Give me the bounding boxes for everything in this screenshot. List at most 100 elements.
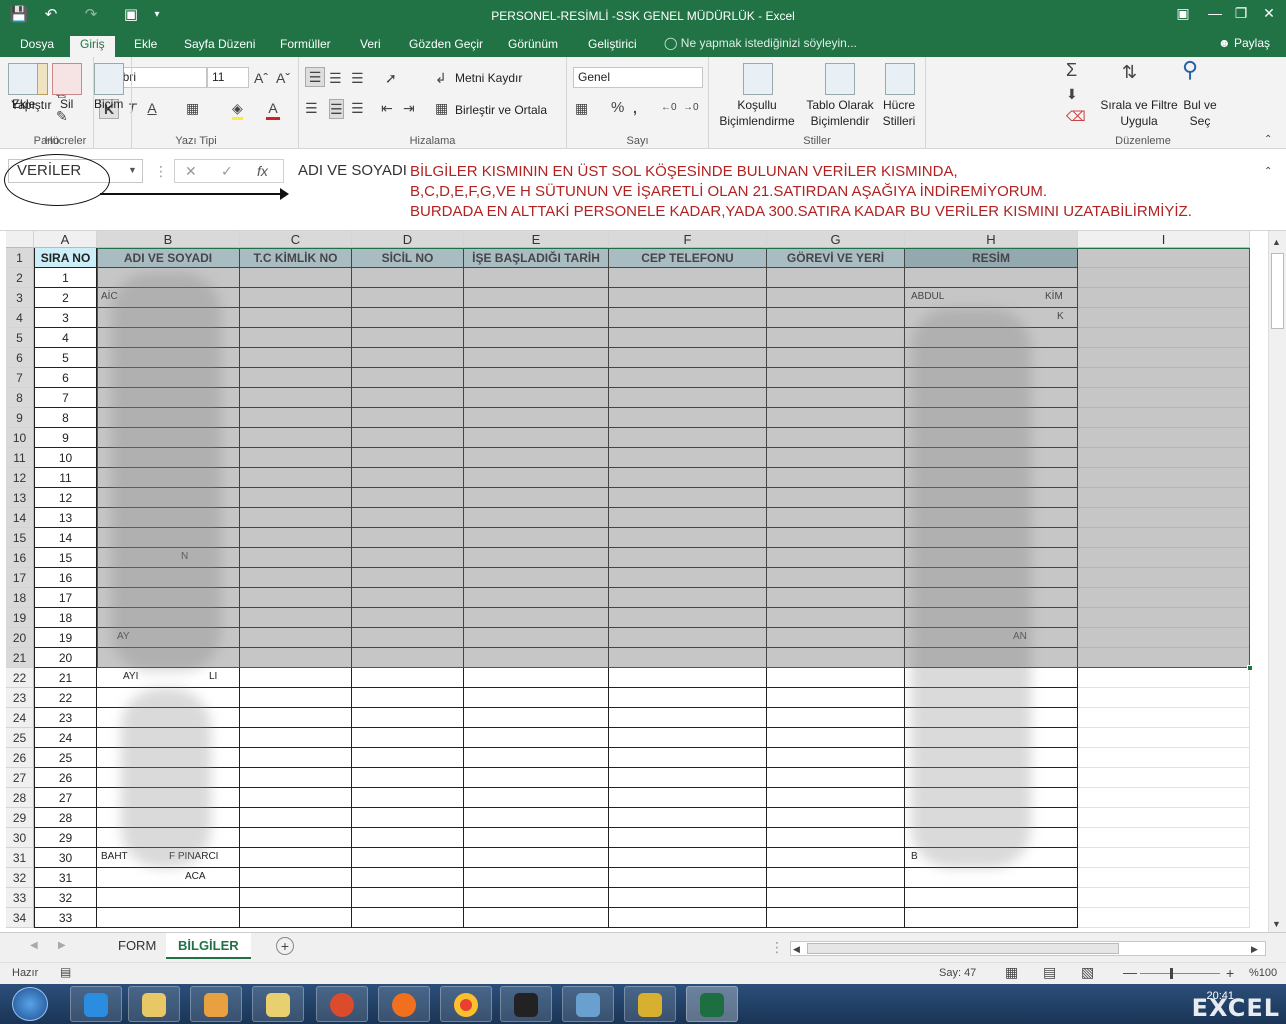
- table-cell[interactable]: [1078, 888, 1250, 908]
- row-header[interactable]: 15: [6, 528, 34, 548]
- table-cell[interactable]: [1078, 908, 1250, 928]
- orientation-icon[interactable]: ➚: [385, 69, 397, 87]
- table-cell[interactable]: [240, 468, 352, 488]
- table-cell[interactable]: [352, 508, 464, 528]
- table-cell[interactable]: [609, 628, 767, 648]
- table-cell[interactable]: [240, 808, 352, 828]
- table-cell[interactable]: [767, 408, 905, 428]
- table-cell[interactable]: [767, 768, 905, 788]
- table-cell[interactable]: [1078, 708, 1250, 728]
- table-cell[interactable]: 15: [34, 548, 97, 568]
- table-cell[interactable]: [1078, 488, 1250, 508]
- table-cell[interactable]: [767, 888, 905, 908]
- table-cell[interactable]: [352, 468, 464, 488]
- app-icon-4[interactable]: [562, 986, 614, 1022]
- table-cell[interactable]: [240, 828, 352, 848]
- table-cell[interactable]: [767, 548, 905, 568]
- table-cell[interactable]: [464, 648, 609, 668]
- zoom-out-icon[interactable]: —: [1123, 964, 1137, 980]
- row-header[interactable]: 26: [6, 748, 34, 768]
- cell-styles-button[interactable]: Hücre Stilleri: [875, 97, 923, 129]
- table-cell[interactable]: 16: [34, 568, 97, 588]
- table-cell[interactable]: [464, 308, 609, 328]
- table-cell[interactable]: [1078, 728, 1250, 748]
- row-header[interactable]: 1: [6, 248, 34, 268]
- currency-icon[interactable]: ▦: [575, 99, 588, 117]
- table-cell[interactable]: 30: [34, 848, 97, 868]
- table-cell[interactable]: [767, 308, 905, 328]
- row-header[interactable]: 5: [6, 328, 34, 348]
- row-header[interactable]: 11: [6, 448, 34, 468]
- number-format-select[interactable]: Genel: [573, 67, 703, 88]
- next-sheet-icon[interactable]: ▶: [58, 937, 66, 955]
- table-cell[interactable]: [767, 328, 905, 348]
- column-header-c[interactable]: C: [240, 231, 352, 248]
- table-cell[interactable]: [464, 668, 609, 688]
- table-cell[interactable]: [1078, 308, 1250, 328]
- table-cell[interactable]: [464, 488, 609, 508]
- table-cell[interactable]: [464, 328, 609, 348]
- shrink-font-icon[interactable]: Aˇ: [276, 69, 290, 87]
- table-cell[interactable]: [240, 388, 352, 408]
- table-cell[interactable]: [1078, 248, 1250, 268]
- vertical-scrollbar[interactable]: ▲ ▼: [1268, 231, 1286, 932]
- table-cell[interactable]: [609, 808, 767, 828]
- table-cell[interactable]: [464, 428, 609, 448]
- row-header[interactable]: 29: [6, 808, 34, 828]
- tab-veri[interactable]: Veri: [357, 36, 384, 57]
- collapse-ribbon-icon[interactable]: ⌃: [1264, 131, 1272, 149]
- table-cell[interactable]: [1078, 448, 1250, 468]
- table-cell[interactable]: [767, 448, 905, 468]
- table-cell[interactable]: [767, 428, 905, 448]
- decrease-decimal-icon[interactable]: →0: [683, 99, 699, 117]
- table-cell[interactable]: [240, 288, 352, 308]
- table-cell[interactable]: [1078, 608, 1250, 628]
- table-cell[interactable]: [464, 608, 609, 628]
- table-cell[interactable]: 32: [34, 888, 97, 908]
- tab-giris[interactable]: Giriş: [70, 36, 115, 57]
- align-left-icon[interactable]: ☰: [305, 99, 318, 117]
- name-box-dropdown-icon[interactable]: ▼: [128, 165, 137, 175]
- column-header-g[interactable]: G: [767, 231, 905, 248]
- row-header[interactable]: 4: [6, 308, 34, 328]
- table-cell[interactable]: [1078, 868, 1250, 888]
- tab-split-icon[interactable]: ⋮: [770, 938, 784, 956]
- page-break-icon[interactable]: ▧: [1081, 964, 1094, 981]
- table-cell[interactable]: [1078, 568, 1250, 588]
- table-cell[interactable]: [240, 688, 352, 708]
- table-cell[interactable]: [767, 288, 905, 308]
- sort-filter-button[interactable]: Sırala ve Filtre Uygula: [1100, 97, 1178, 129]
- table-cell[interactable]: [240, 848, 352, 868]
- zoom-slider-thumb[interactable]: [1170, 968, 1173, 979]
- table-cell[interactable]: 24: [34, 728, 97, 748]
- table-cell[interactable]: [240, 868, 352, 888]
- scroll-down-icon[interactable]: ▼: [1272, 915, 1281, 933]
- table-cell[interactable]: 8: [34, 408, 97, 428]
- row-header[interactable]: 16: [6, 548, 34, 568]
- increase-decimal-icon[interactable]: ←0: [661, 99, 677, 117]
- formula-input[interactable]: ADI VE SOYADI: [298, 162, 407, 179]
- table-cell[interactable]: [1078, 748, 1250, 768]
- table-cell[interactable]: [240, 748, 352, 768]
- table-cell[interactable]: [767, 908, 905, 928]
- table-cell[interactable]: [464, 748, 609, 768]
- table-cell[interactable]: [464, 568, 609, 588]
- share-button[interactable]: ☻ Paylaş: [1218, 36, 1270, 50]
- table-cell[interactable]: [240, 908, 352, 928]
- table-cell[interactable]: [1078, 468, 1250, 488]
- table-cell[interactable]: 3: [34, 308, 97, 328]
- scroll-up-icon[interactable]: ▲: [1272, 233, 1281, 251]
- prev-sheet-icon[interactable]: ◀: [30, 937, 38, 955]
- row-header[interactable]: 31: [6, 848, 34, 868]
- table-cell[interactable]: [609, 748, 767, 768]
- table-cell[interactable]: 27: [34, 788, 97, 808]
- table-cell[interactable]: [240, 268, 352, 288]
- table-cell[interactable]: [609, 368, 767, 388]
- zoom-app-icon[interactable]: [624, 986, 676, 1022]
- table-cell[interactable]: [767, 608, 905, 628]
- table-cell[interactable]: 31: [34, 868, 97, 888]
- table-cell[interactable]: [240, 608, 352, 628]
- table-cell[interactable]: [352, 728, 464, 748]
- row-header[interactable]: 8: [6, 388, 34, 408]
- fill-handle[interactable]: [1247, 665, 1253, 671]
